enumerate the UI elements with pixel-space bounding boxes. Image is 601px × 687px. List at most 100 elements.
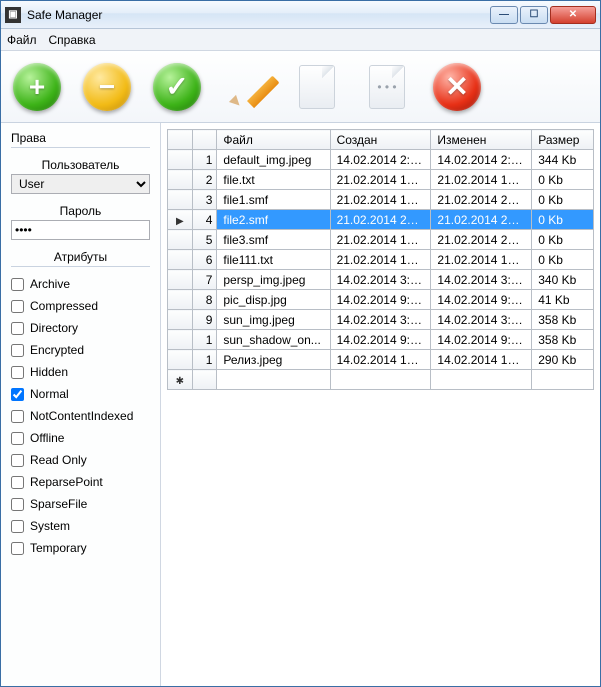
cell-created[interactable]: 14.02.2014 2:54:... <box>330 150 431 170</box>
new-file-button[interactable] <box>293 63 341 111</box>
cell-modified[interactable]: 14.02.2014 9:29:... <box>431 290 532 310</box>
table-row[interactable]: 9sun_img.jpeg14.02.2014 3:21:...14.02.20… <box>168 310 594 330</box>
table-row[interactable]: 5file3.smf21.02.2014 17:5...21.02.2014 2… <box>168 230 594 250</box>
col-modified-header[interactable]: Изменен <box>431 130 532 150</box>
cell-size[interactable]: 0 Kb <box>532 210 594 230</box>
empty-cell[interactable] <box>532 370 594 390</box>
remove-button[interactable]: − <box>83 63 131 111</box>
empty-cell[interactable] <box>217 370 330 390</box>
menu-help[interactable]: Справка <box>49 33 96 47</box>
attribute-checkbox[interactable] <box>11 344 24 357</box>
col-file-header[interactable]: Файл <box>217 130 330 150</box>
attribute-checkbox[interactable] <box>11 454 24 467</box>
attribute-checkbox[interactable] <box>11 520 24 533</box>
col-size-header[interactable]: Размер <box>532 130 594 150</box>
table-row[interactable]: 7persp_img.jpeg14.02.2014 3:10:...14.02.… <box>168 270 594 290</box>
add-button[interactable]: + <box>13 63 61 111</box>
cell-size[interactable]: 0 Kb <box>532 190 594 210</box>
cell-created[interactable]: 14.02.2014 3:21:... <box>330 310 431 330</box>
table-row[interactable]: 4file2.smf21.02.2014 22:5...21.02.2014 2… <box>168 210 594 230</box>
cell-modified[interactable]: 21.02.2014 17:2... <box>431 250 532 270</box>
maximize-button[interactable]: ☐ <box>520 6 548 24</box>
attribute-checkbox[interactable] <box>11 410 24 423</box>
empty-cell[interactable] <box>431 370 532 390</box>
attribute-checkbox[interactable] <box>11 366 24 379</box>
edit-button[interactable] <box>223 63 271 111</box>
cell-size[interactable]: 0 Kb <box>532 250 594 270</box>
table-row[interactable]: 2file.txt21.02.2014 17:2...21.02.2014 17… <box>168 170 594 190</box>
cell-file[interactable]: file3.smf <box>217 230 330 250</box>
file-grid-container: Файл Создан Изменен Размер 1default_img.… <box>161 123 600 686</box>
table-row[interactable]: 1sun_shadow_on...14.02.2014 9:43:...14.0… <box>168 330 594 350</box>
cell-created[interactable]: 14.02.2014 12:5... <box>330 350 431 370</box>
cell-size[interactable]: 358 Kb <box>532 330 594 350</box>
new-row[interactable] <box>168 370 594 390</box>
empty-cell[interactable] <box>330 370 431 390</box>
table-row[interactable]: 6file111.txt21.02.2014 17:2...21.02.2014… <box>168 250 594 270</box>
cell-size[interactable]: 41 Kb <box>532 290 594 310</box>
attribute-checkbox[interactable] <box>11 322 24 335</box>
cell-file[interactable]: sun_shadow_on... <box>217 330 330 350</box>
close-button[interactable]: ✕ <box>550 6 596 24</box>
confirm-button[interactable]: ✓ <box>153 63 201 111</box>
minus-icon: − <box>99 71 115 103</box>
row-indicator <box>168 190 193 210</box>
attribute-checkbox[interactable] <box>11 388 24 401</box>
attribute-checkbox[interactable] <box>11 542 24 555</box>
cell-file[interactable]: persp_img.jpeg <box>217 270 330 290</box>
cell-file[interactable]: default_img.jpeg <box>217 150 330 170</box>
cell-created[interactable]: 14.02.2014 9:30:... <box>330 290 431 310</box>
cell-modified[interactable]: 14.02.2014 3:21:... <box>431 310 532 330</box>
cell-file[interactable]: file2.smf <box>217 210 330 230</box>
cell-size[interactable]: 344 Kb <box>532 150 594 170</box>
password-input[interactable] <box>11 220 150 240</box>
table-row[interactable]: 1default_img.jpeg14.02.2014 2:54:...14.0… <box>168 150 594 170</box>
cell-created[interactable]: 21.02.2014 17:2... <box>330 190 431 210</box>
sidebar: Права Пользователь User Пароль Атрибуты … <box>1 123 161 686</box>
cell-file[interactable]: pic_disp.jpg <box>217 290 330 310</box>
row-number: 1 <box>192 350 217 370</box>
cell-modified[interactable]: 21.02.2014 23:0... <box>431 230 532 250</box>
attribute-checkbox[interactable] <box>11 498 24 511</box>
col-indicator <box>168 130 193 150</box>
attribute-checkbox[interactable] <box>11 300 24 313</box>
cell-file[interactable]: file1.smf <box>217 190 330 210</box>
minimize-button[interactable]: — <box>490 6 518 24</box>
cell-size[interactable]: 340 Kb <box>532 270 594 290</box>
menu-file[interactable]: Файл <box>7 33 37 47</box>
col-created-header[interactable]: Создан <box>330 130 431 150</box>
more-button[interactable] <box>363 63 411 111</box>
cell-modified[interactable]: 14.02.2014 3:10:... <box>431 270 532 290</box>
cell-modified[interactable]: 14.02.2014 2:54:... <box>431 150 532 170</box>
divider <box>11 147 150 148</box>
attribute-checkbox[interactable] <box>11 476 24 489</box>
cell-size[interactable]: 358 Kb <box>532 310 594 330</box>
cell-created[interactable]: 21.02.2014 22:5... <box>330 210 431 230</box>
cell-size[interactable]: 0 Kb <box>532 230 594 250</box>
cell-file[interactable]: file111.txt <box>217 250 330 270</box>
table-row[interactable]: 8pic_disp.jpg14.02.2014 9:30:...14.02.20… <box>168 290 594 310</box>
cell-file[interactable]: file.txt <box>217 170 330 190</box>
cell-created[interactable]: 14.02.2014 9:43:... <box>330 330 431 350</box>
user-select[interactable]: User <box>11 174 150 194</box>
cell-created[interactable]: 14.02.2014 3:10:... <box>330 270 431 290</box>
cell-modified[interactable]: 21.02.2014 21:4... <box>431 190 532 210</box>
table-row[interactable]: 1Релиз.jpeg14.02.2014 12:5...14.02.2014 … <box>168 350 594 370</box>
cell-size[interactable]: 290 Kb <box>532 350 594 370</box>
cell-created[interactable]: 21.02.2014 17:2... <box>330 250 431 270</box>
cell-size[interactable]: 0 Kb <box>532 170 594 190</box>
delete-button[interactable]: ✕ <box>433 63 481 111</box>
cell-modified[interactable]: 14.02.2014 9:43:... <box>431 330 532 350</box>
cell-file[interactable]: sun_img.jpeg <box>217 310 330 330</box>
cell-created[interactable]: 21.02.2014 17:2... <box>330 170 431 190</box>
cell-modified[interactable]: 14.02.2014 12:5... <box>431 350 532 370</box>
row-indicator <box>168 150 193 170</box>
table-row[interactable]: 3file1.smf21.02.2014 17:2...21.02.2014 2… <box>168 190 594 210</box>
cell-modified[interactable]: 21.02.2014 22:5... <box>431 210 532 230</box>
cell-created[interactable]: 21.02.2014 17:5... <box>330 230 431 250</box>
attribute-checkbox[interactable] <box>11 278 24 291</box>
file-grid[interactable]: Файл Создан Изменен Размер 1default_img.… <box>167 129 594 390</box>
attribute-checkbox[interactable] <box>11 432 24 445</box>
cell-file[interactable]: Релиз.jpeg <box>217 350 330 370</box>
cell-modified[interactable]: 21.02.2014 17:2... <box>431 170 532 190</box>
